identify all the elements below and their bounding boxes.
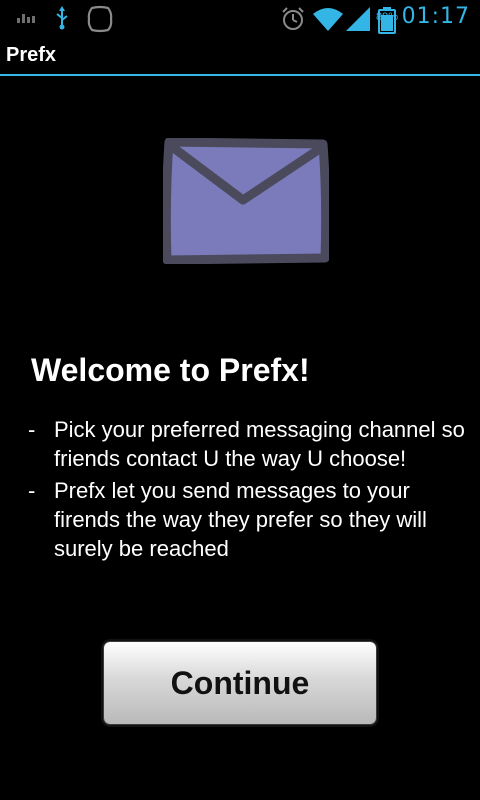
feature-text: Pick your preferred messaging channel so… bbox=[54, 417, 465, 471]
app-title: Prefx bbox=[6, 44, 57, 66]
battery-icon bbox=[378, 7, 396, 34]
status-clock: 01:17 bbox=[401, 4, 470, 29]
signal-bars-small-icon bbox=[17, 14, 35, 23]
welcome-heading: Welcome to Prefx! bbox=[31, 352, 310, 388]
bullet-dash: - bbox=[28, 417, 36, 442]
action-bar: Prefx bbox=[0, 38, 480, 76]
alarm-icon bbox=[282, 7, 304, 30]
feature-text: Prefx let you send messages to your fire… bbox=[54, 478, 427, 561]
feature-item: - Pick your preferred messaging channel … bbox=[28, 415, 468, 473]
bullet-dash: - bbox=[28, 478, 36, 503]
usb-icon bbox=[56, 6, 68, 30]
feature-list: - Pick your preferred messaging channel … bbox=[28, 415, 468, 566]
status-bar: 89% 01:17 bbox=[0, 0, 480, 38]
wifi-icon bbox=[313, 8, 343, 31]
notification-bubble-icon bbox=[87, 5, 113, 33]
cell-signal-icon bbox=[346, 7, 370, 31]
feature-item: - Prefx let you send messages to your fi… bbox=[28, 476, 468, 563]
envelope-icon bbox=[163, 138, 329, 264]
continue-button[interactable]: Continue bbox=[104, 642, 376, 724]
